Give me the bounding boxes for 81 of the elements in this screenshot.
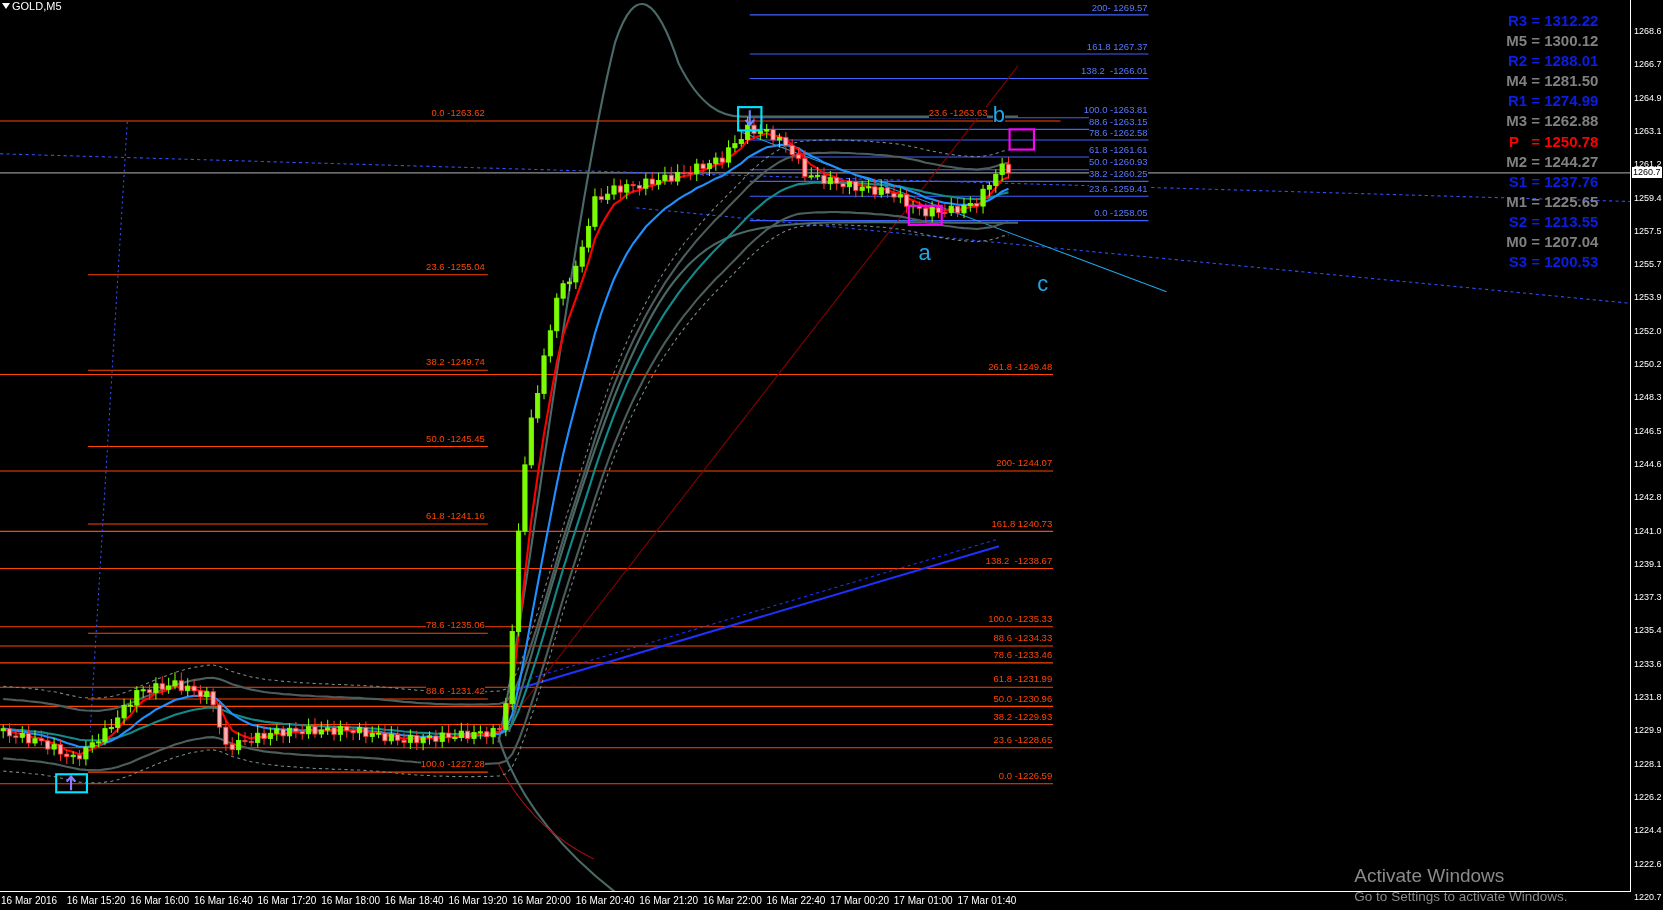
fibonacci-label: 100.0 -1227.28 [420, 758, 485, 770]
price-tick-label: 1228.1 [1634, 758, 1662, 770]
time-tick-label: 16 Mar 17:20 [254, 892, 319, 910]
price-tick-label: 1229.9 [1634, 725, 1662, 737]
price-tick-label: 1222.6 [1634, 858, 1662, 870]
fibonacci-label: 0.0 -1226.59 [998, 770, 1053, 781]
price-tick-label: 1244.6 [1634, 458, 1662, 470]
time-tick-label: 16 Mar 18:40 [381, 892, 446, 910]
time-tick-label: 16 Mar 15:20 [63, 892, 128, 910]
price-tick-label: 1241.0 [1634, 525, 1662, 537]
fibonacci-label: 23.6 -1259.41 [1089, 182, 1148, 194]
fibonacci-label: 138.2 -1266.01 [1081, 65, 1148, 77]
price-tick-label: 1255.7 [1634, 259, 1662, 271]
time-tick-label: 16 Mar 16:00 [127, 892, 191, 910]
current-price-label: 1260.7 [1632, 167, 1662, 178]
fibonacci-label: 61.8 -1241.16 [426, 510, 485, 522]
price-tick-label: 1263.1 [1634, 125, 1662, 137]
fibonacci-label: 78.6 -1233.46 [993, 649, 1053, 661]
price-tick-label: 1259.4 [1634, 192, 1662, 204]
fibonacci-label: 78.6 -1262.58 [1089, 126, 1148, 138]
activation-notice-message: Go to Settings to activate Windows. [1354, 888, 1568, 906]
fibonacci-label: 200- 1244.07 [996, 457, 1053, 469]
pivot-level-label: M4 = 1281.50 [1506, 71, 1599, 92]
pivot-level-label: P = 1250.78 [1509, 131, 1599, 152]
pivot-level-label: R2 = 1288.01 [1507, 50, 1599, 71]
price-tick-label: 1242.8 [1634, 492, 1662, 504]
pivot-level-label: M2 = 1244.27 [1506, 151, 1599, 172]
fibonacci-label: 0.0 -1258.05 [1094, 207, 1148, 219]
price-tick-label: 1248.3 [1634, 392, 1662, 404]
price-tick-label: 1235.4 [1634, 625, 1662, 637]
price-tick-label: 1237.3 [1634, 592, 1662, 604]
time-tick-label: 16 Mar 16:40 [190, 892, 255, 910]
fibonacci-label: 88.6 -1234.33 [993, 632, 1053, 644]
fibonacci-label: 100.0 -1235.33 [988, 613, 1053, 624]
fibonacci-label: 50.0 -1260.93 [1089, 156, 1148, 168]
price-tick-label: 1252.0 [1634, 325, 1662, 337]
fibonacci-label: 61.8 -1231.99 [993, 673, 1053, 685]
chart-title: GOLD,M5 [12, 0, 62, 12]
fibonacci-label: 38.2 -1249.74 [426, 356, 485, 368]
fibonacci-label: 78.6 -1235.06 [426, 619, 485, 631]
time-tick-label: 16 Mar 20:00 [509, 892, 573, 910]
fibonacci-label: 38.2 -1260.25 [1089, 168, 1148, 180]
time-tick-label: 17 Mar 01:00 [890, 892, 955, 910]
fibonacci-label: 88.6 -1231.42 [426, 685, 485, 697]
pivot-level-label: M0 = 1207.04 [1506, 232, 1599, 253]
price-tick-label: 1226.2 [1634, 791, 1662, 803]
time-tick-label: 16 Mar 21:20 [636, 892, 700, 910]
price-tick-label: 1257.5 [1634, 225, 1662, 237]
price-tick-label: 1264.9 [1634, 92, 1662, 104]
price-tick-label: 1250.2 [1634, 359, 1662, 370]
activation-notice-title: Activate Windows [1354, 864, 1506, 888]
time-tick-label: 17 Mar 01:40 [954, 892, 1018, 910]
time-tick-label: 17 Mar 00:20 [827, 892, 891, 910]
fibonacci-label: 88.6 -1263.15 [1089, 116, 1148, 128]
fibonacci-label: 100.0 -1263.81 [1083, 104, 1148, 116]
pivot-level-label: R1 = 1274.99 [1507, 91, 1599, 112]
pivot-level-label: S3 = 1200.53 [1508, 252, 1599, 273]
price-tick-label: 1231.8 [1634, 692, 1662, 703]
time-tick-label: 16 Mar 2016 [0, 892, 64, 910]
price-tick-label: 1224.4 [1634, 825, 1662, 837]
price-tick-label: 1261.2 [1634, 159, 1662, 170]
price-tick-label: 1268.6 [1634, 26, 1662, 37]
price-tick-label: 1253.9 [1634, 292, 1662, 304]
price-tick-label: 1233.6 [1634, 658, 1662, 670]
pivot-level-label: M5 = 1300.12 [1506, 30, 1599, 51]
pivot-level-label: S1 = 1237.76 [1508, 171, 1599, 192]
pivot-level-label: M1 = 1225.65 [1506, 192, 1599, 212]
fibonacci-label: 23.6 -1263.63 [928, 107, 988, 119]
time-tick-label: 16 Mar 22:00 [699, 892, 764, 910]
time-tick-label: 16 Mar 20:40 [572, 892, 637, 910]
pivot-level-label: M3 = 1262.88 [1506, 111, 1599, 132]
price-tick-label: 1239.1 [1634, 558, 1662, 570]
price-tick-label: 1266.7 [1634, 59, 1662, 71]
pivot-level-label: S2 = 1213.55 [1508, 212, 1599, 233]
pivot-level-label: R3 = 1312.22 [1507, 10, 1599, 31]
time-tick-label: 16 Mar 18:00 [318, 892, 382, 910]
fibonacci-label: 0.0 -1263.62 [431, 107, 485, 119]
time-tick-label: 16 Mar 22:40 [763, 892, 828, 910]
time-tick-label: 16 Mar 19:20 [445, 892, 509, 910]
price-tick-label: 1246.5 [1634, 425, 1662, 437]
price-tick-label: 1220.7 [1634, 891, 1662, 903]
